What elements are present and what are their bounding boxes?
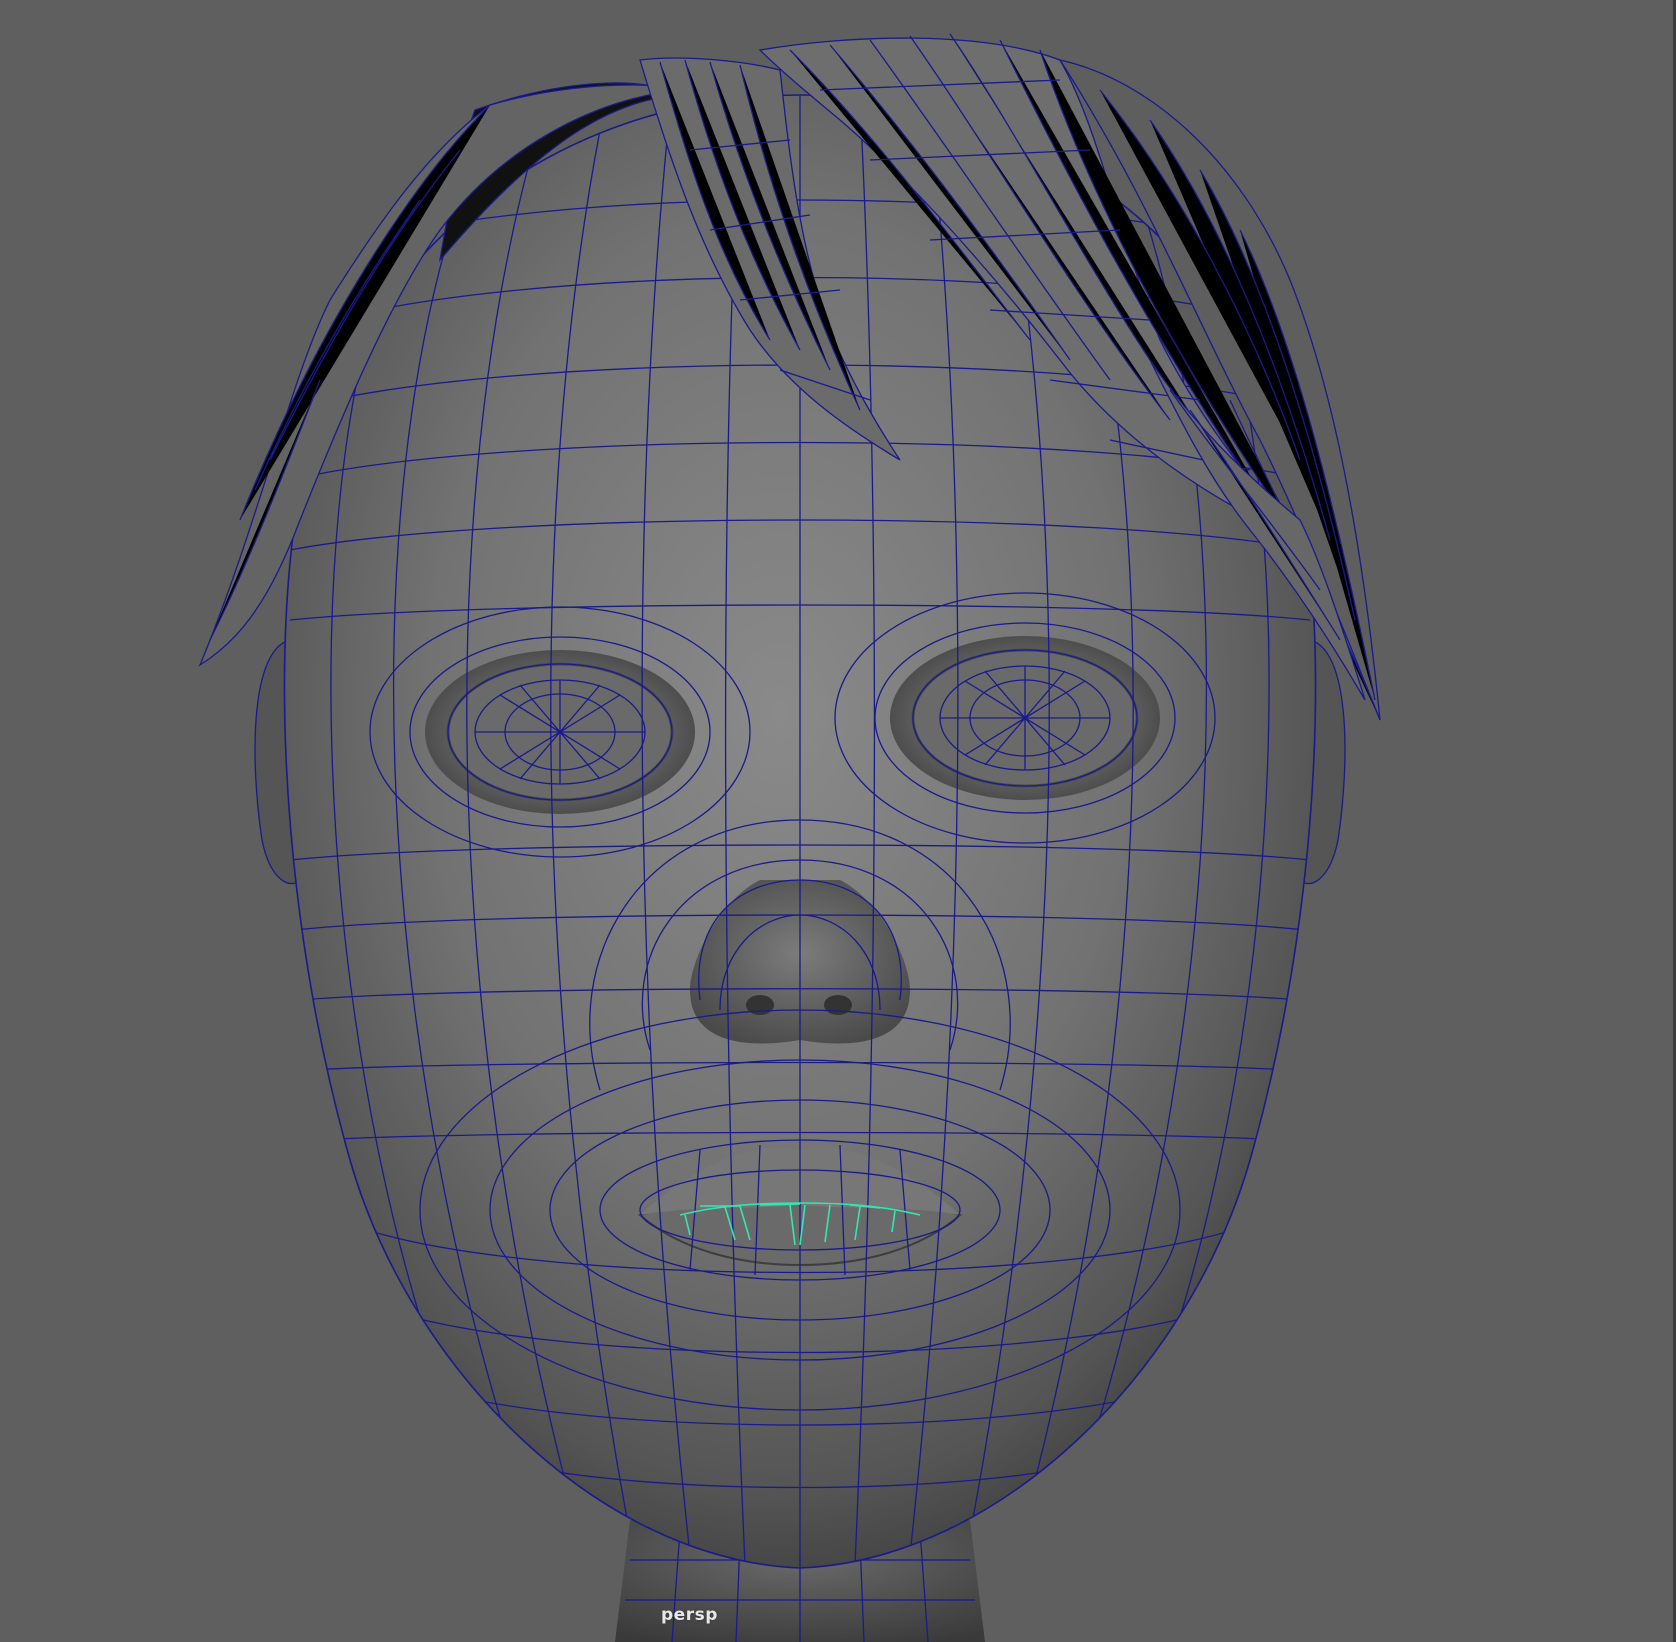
3d-viewport[interactable]: persp — [0, 0, 1676, 1642]
camera-label: persp — [661, 1605, 718, 1625]
viewport-scene[interactable] — [0, 0, 1676, 1642]
